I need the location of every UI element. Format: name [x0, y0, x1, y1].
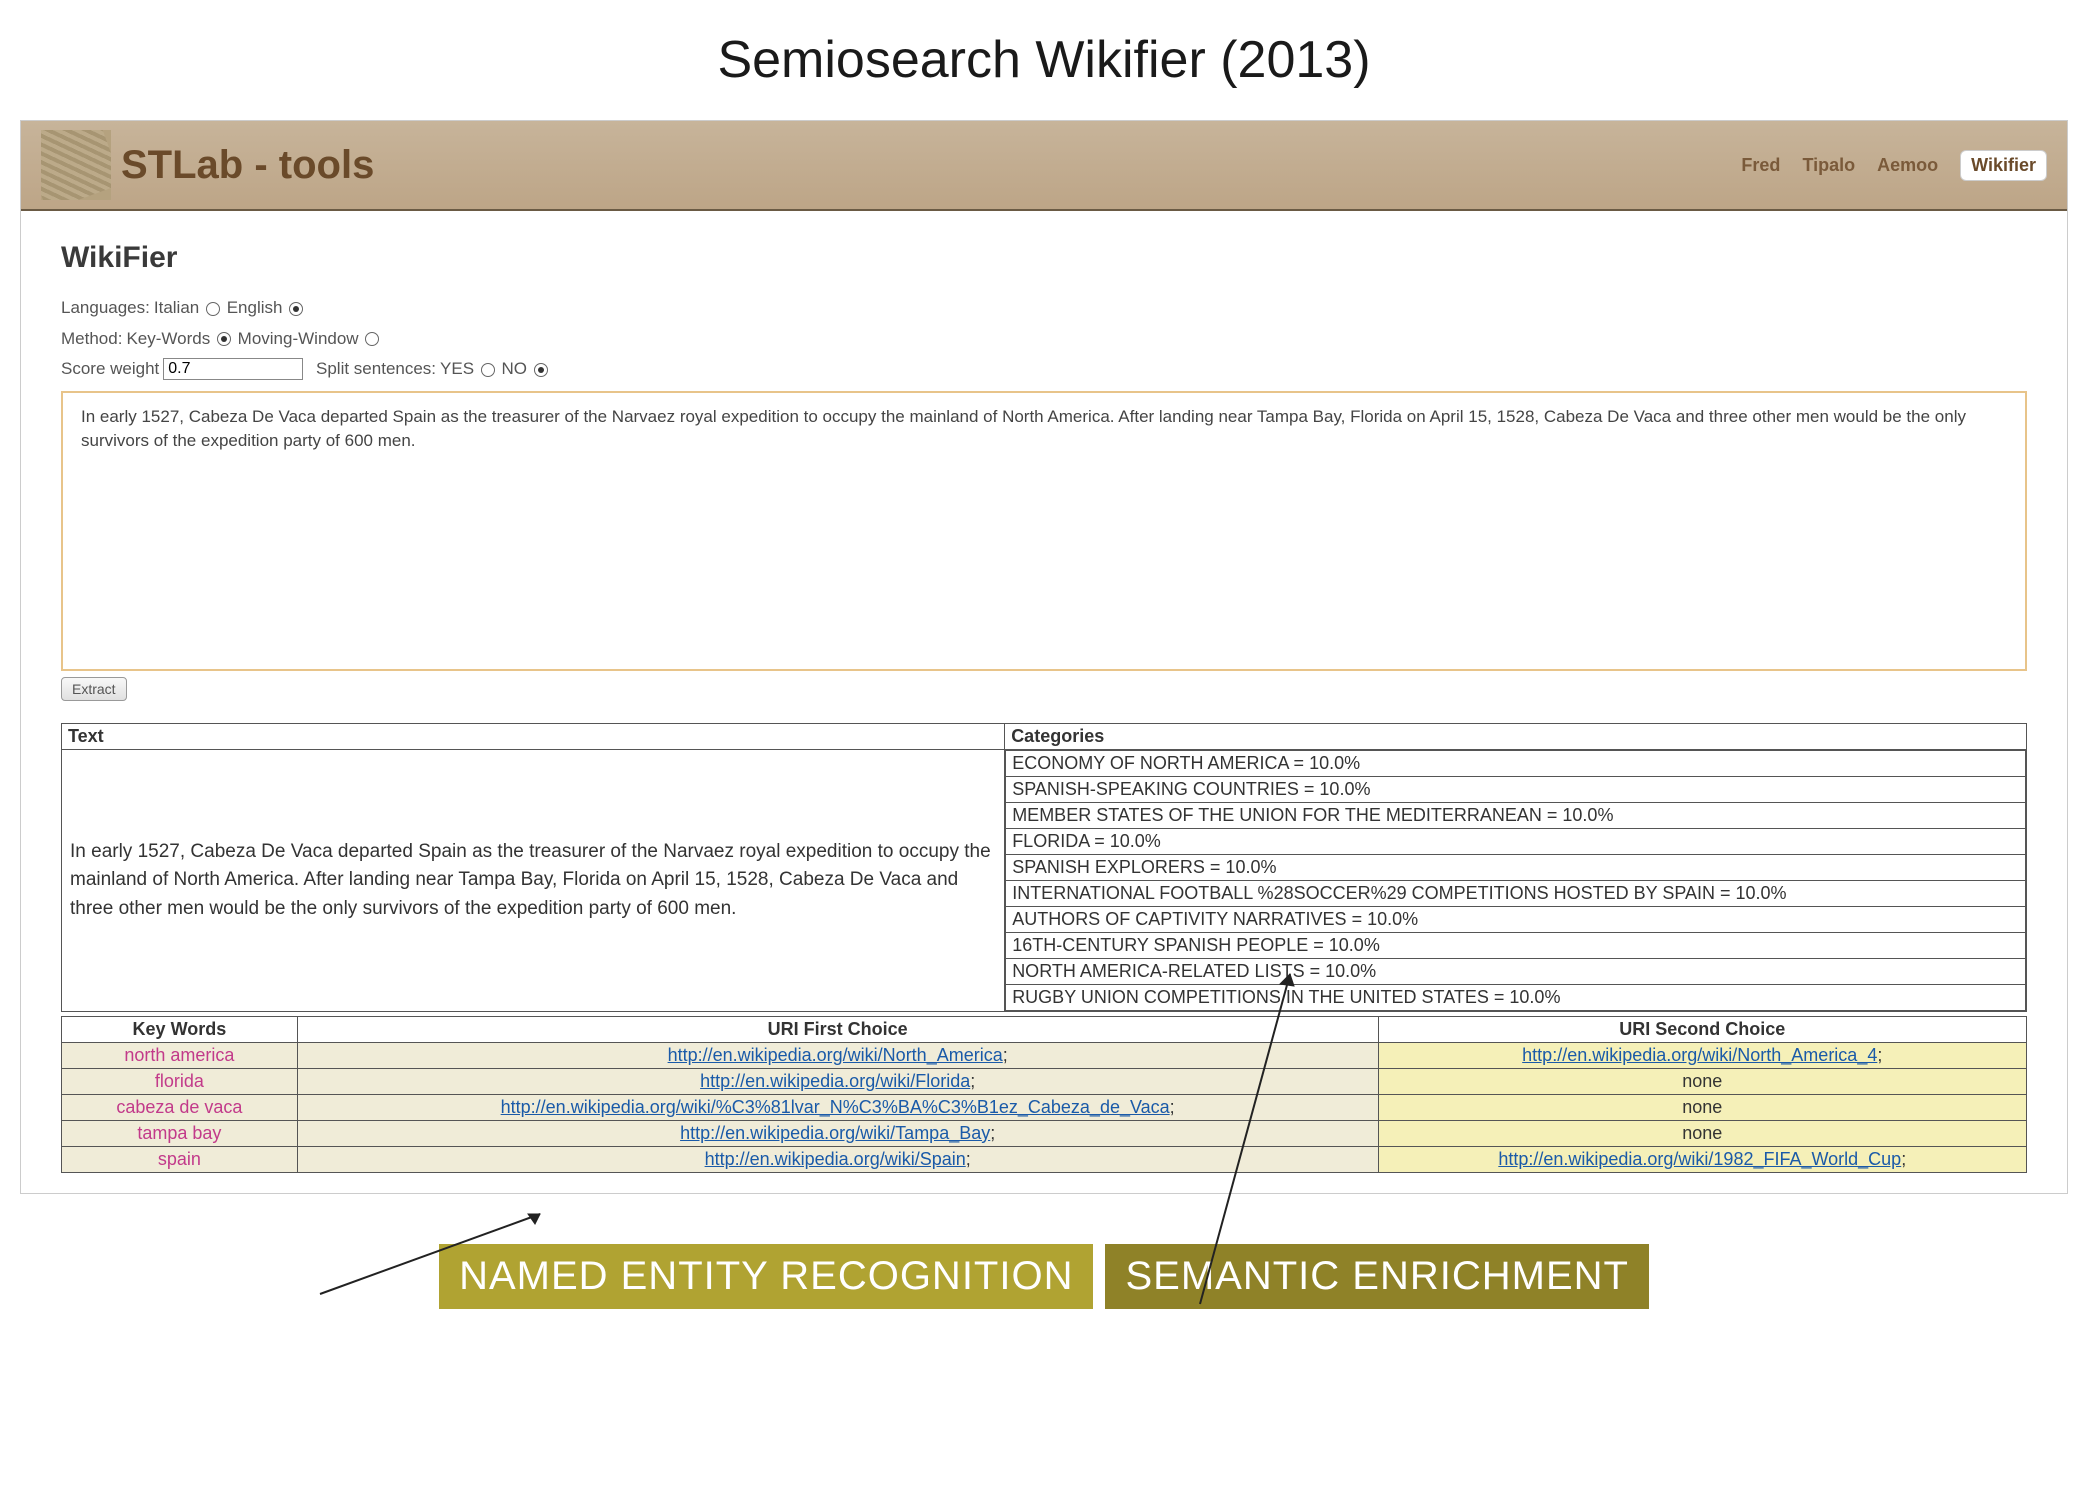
stlab-logo-icon: [41, 130, 111, 200]
uri-second-cell: http://en.wikipedia.org/wiki/North_Ameri…: [1378, 1042, 2026, 1068]
uri-second-cell: http://en.wikipedia.org/wiki/1982_FIFA_W…: [1378, 1146, 2026, 1172]
method-label: Method:: [61, 324, 122, 355]
uri-first-link[interactable]: http://en.wikipedia.org/wiki/North_Ameri…: [668, 1045, 1003, 1065]
method-option-key-words: Key-Words: [126, 329, 215, 348]
uri-first-link[interactable]: http://en.wikipedia.org/wiki/Florida: [700, 1071, 970, 1091]
kw-header: Key Words: [62, 1016, 298, 1042]
category-row: AUTHORS OF CAPTIVITY NARRATIVES = 10.0%: [1006, 906, 2026, 932]
method-option-moving-window: Moving-Window: [233, 329, 363, 348]
arrow-sem-icon: [1180, 964, 1340, 1314]
extract-button[interactable]: Extract: [61, 677, 127, 701]
languages-label: Languages:: [61, 293, 150, 324]
category-row: SPANISH-SPEAKING COUNTRIES = 10.0%: [1006, 776, 2026, 802]
nav-links: Fred Tipalo Aemoo Wikifier: [1741, 150, 2047, 181]
category-row: SPANISH EXPLORERS = 10.0%: [1006, 854, 2026, 880]
result-text-cell: In early 1527, Cabeza De Vaca departed S…: [62, 749, 1005, 1011]
annotation-overlay: NAMED ENTITY RECOGNITION SEMANTIC ENRICH…: [0, 1244, 2088, 1424]
app-frame: STLab - tools Fred Tipalo Aemoo Wikifier Wi…: [20, 120, 2068, 1194]
uri-second-none: none: [1378, 1094, 2026, 1120]
category-row: NORTH AMERICA-RELATED LISTS = 10.0%: [1006, 958, 2026, 984]
keyword-cell: florida: [62, 1068, 298, 1094]
slide-title: Semiosearch Wikifier (2013): [0, 30, 2088, 90]
uri-second-none: none: [1378, 1068, 2026, 1094]
uri-first-link[interactable]: http://en.wikipedia.org/wiki/%C3%81lvar_…: [501, 1097, 1170, 1117]
content-area: WikiFier Languages: Italian English Meth…: [21, 211, 2067, 723]
nav-link-fred[interactable]: Fred: [1741, 155, 1780, 176]
keyword-cell: cabeza de vaca: [62, 1094, 298, 1120]
language-option-english: English: [222, 298, 287, 317]
split-radio-no[interactable]: [534, 363, 548, 377]
nav-link-aemoo[interactable]: Aemoo: [1877, 155, 1938, 176]
language-radio-english[interactable]: [289, 302, 303, 316]
settings-block: Languages: Italian English Method: Key-W…: [61, 293, 2027, 385]
results-block: Text Categories In early 1527, Cabeza De…: [61, 723, 2027, 1173]
split-option-yes: YES: [440, 359, 479, 378]
method-radio-key-words[interactable]: [217, 332, 231, 346]
uri-first-link[interactable]: http://en.wikipedia.org/wiki/Spain: [705, 1149, 966, 1169]
split-radio-yes[interactable]: [481, 363, 495, 377]
arrow-ner-icon: [300, 1204, 600, 1314]
category-row: RUGBY UNION COMPETITIONS IN THE UNITED S…: [1006, 984, 2026, 1010]
category-row: MEMBER STATES OF THE UNION FOR THE MEDIT…: [1006, 802, 2026, 828]
split-sentences-label: Split sentences:: [316, 354, 436, 385]
category-row: 16TH-CENTURY SPANISH PEOPLE = 10.0%: [1006, 932, 2026, 958]
category-row: INTERNATIONAL FOOTBALL %28SOCCER%29 COMP…: [1006, 880, 2026, 906]
page-title: WikiFier: [61, 241, 2027, 275]
nav-link-wikifier[interactable]: Wikifier: [1960, 150, 2047, 181]
language-radio-italian[interactable]: [206, 302, 220, 316]
app-header: STLab - tools Fred Tipalo Aemoo Wikifier: [21, 121, 2067, 211]
uri-second-link[interactable]: http://en.wikipedia.org/wiki/North_Ameri…: [1522, 1045, 1877, 1065]
category-row: FLORIDA = 10.0%: [1006, 828, 2026, 854]
score-weight-input[interactable]: [163, 358, 303, 380]
keyword-cell: tampa bay: [62, 1120, 298, 1146]
text-header: Text: [62, 723, 1005, 749]
keyword-cell: spain: [62, 1146, 298, 1172]
uri-first-link[interactable]: http://en.wikipedia.org/wiki/Tampa_Bay: [680, 1123, 990, 1143]
score-weight-label: Score weight: [61, 354, 159, 385]
method-radio-moving-window[interactable]: [365, 332, 379, 346]
uri2-header: URI Second Choice: [1378, 1016, 2026, 1042]
uri-second-none: none: [1378, 1120, 2026, 1146]
brand-title: STLab - tools: [121, 143, 374, 188]
input-textarea[interactable]: In early 1527, Cabeza De Vaca departed S…: [61, 391, 2027, 671]
category-row: ECONOMY OF NORTH AMERICA = 10.0%: [1006, 750, 2026, 776]
uri-second-link[interactable]: http://en.wikipedia.org/wiki/1982_FIFA_W…: [1498, 1149, 1901, 1169]
nav-link-tipalo[interactable]: Tipalo: [1802, 155, 1855, 176]
categories-header: Categories: [1005, 723, 2027, 749]
keyword-cell: north america: [62, 1042, 298, 1068]
language-option-italian: Italian: [154, 298, 204, 317]
split-option-no: NO: [497, 359, 532, 378]
